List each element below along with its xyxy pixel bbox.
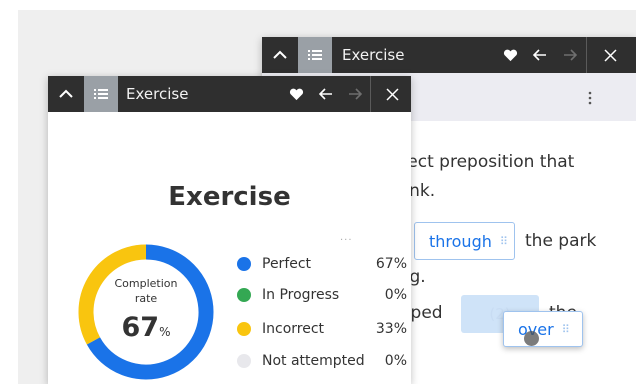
legend-value: 0% xyxy=(384,287,407,303)
legend-label: Perfect xyxy=(262,256,312,272)
legend-item-not-attempted: Not attempted 0% xyxy=(237,351,407,371)
legend-value: 33% xyxy=(375,321,407,337)
completion-unit: % xyxy=(159,325,171,339)
favorite-button[interactable] xyxy=(498,37,522,73)
exercise-heading: Exercise xyxy=(168,182,291,212)
truncated-text-ellipsis: ... xyxy=(340,232,353,243)
drag-handle-icon[interactable]: ⠿ xyxy=(562,323,570,336)
titlebar-divider xyxy=(370,76,371,112)
legend-dot xyxy=(237,322,251,336)
touch-cursor xyxy=(524,331,539,346)
ring-label: Completion rate xyxy=(76,276,216,306)
list-icon xyxy=(94,89,108,99)
close-button[interactable] xyxy=(373,76,411,112)
favorite-button[interactable] xyxy=(284,76,308,112)
arrow-right-icon xyxy=(349,88,362,100)
close-icon xyxy=(603,48,617,62)
titlebar: Exercise xyxy=(262,37,636,73)
legend-label: Not attempted xyxy=(262,353,365,369)
list-button[interactable] xyxy=(298,37,332,73)
legend-dot xyxy=(237,288,251,302)
list-icon xyxy=(308,50,322,60)
chevron-up-icon xyxy=(59,89,73,98)
legend-value: 0% xyxy=(384,353,407,369)
legend-label: In Progress xyxy=(262,287,340,303)
answer-chip-through[interactable]: through ⠿ xyxy=(414,222,515,260)
arrow-right-icon xyxy=(564,49,577,61)
window-title: Exercise xyxy=(342,46,405,64)
legend-label: Incorrect xyxy=(262,321,325,337)
arrow-left-icon xyxy=(319,88,332,100)
back-button[interactable] xyxy=(314,76,338,112)
collapse-button[interactable] xyxy=(48,76,84,112)
titlebar-divider xyxy=(586,37,587,73)
close-button[interactable] xyxy=(590,37,630,73)
titlebar: Exercise xyxy=(48,76,411,112)
arrow-left-icon xyxy=(533,49,546,61)
window-title: Exercise xyxy=(126,85,189,103)
ring-label-line-2: rate xyxy=(134,292,158,305)
collapse-button[interactable] xyxy=(262,37,298,73)
forward-button[interactable] xyxy=(344,76,366,112)
dragged-chip-over[interactable]: over ⠿ xyxy=(503,311,583,347)
question-line-3-suffix: the park xyxy=(525,231,597,251)
heart-icon xyxy=(289,88,303,100)
ring-label-line-1: Completion xyxy=(114,277,178,290)
legend-value: 67% xyxy=(375,256,407,272)
question-line-1: rrect preposition that xyxy=(394,152,575,172)
legend-item-in-progress: In Progress 0% xyxy=(237,285,407,305)
completion-number: 67 xyxy=(121,312,160,343)
exercise-window-front: Exercise Exercise ... Completion rate 67… xyxy=(48,76,411,384)
answer-chip-label: through xyxy=(429,231,492,251)
chevron-up-icon xyxy=(273,50,287,59)
drag-handle-icon[interactable]: ⠿ xyxy=(500,235,508,248)
list-button[interactable] xyxy=(84,76,118,112)
more-vertical-icon[interactable] xyxy=(588,91,592,105)
legend-dot xyxy=(237,257,251,271)
completion-value: 67% xyxy=(76,312,216,343)
back-button[interactable] xyxy=(528,37,552,73)
legend-item-perfect: Perfect 67% xyxy=(237,254,407,274)
forward-button[interactable] xyxy=(558,37,582,73)
legend-item-incorrect: Incorrect 33% xyxy=(237,319,407,339)
heart-icon xyxy=(503,49,517,61)
close-icon xyxy=(385,87,399,101)
legend-dot xyxy=(237,354,251,368)
